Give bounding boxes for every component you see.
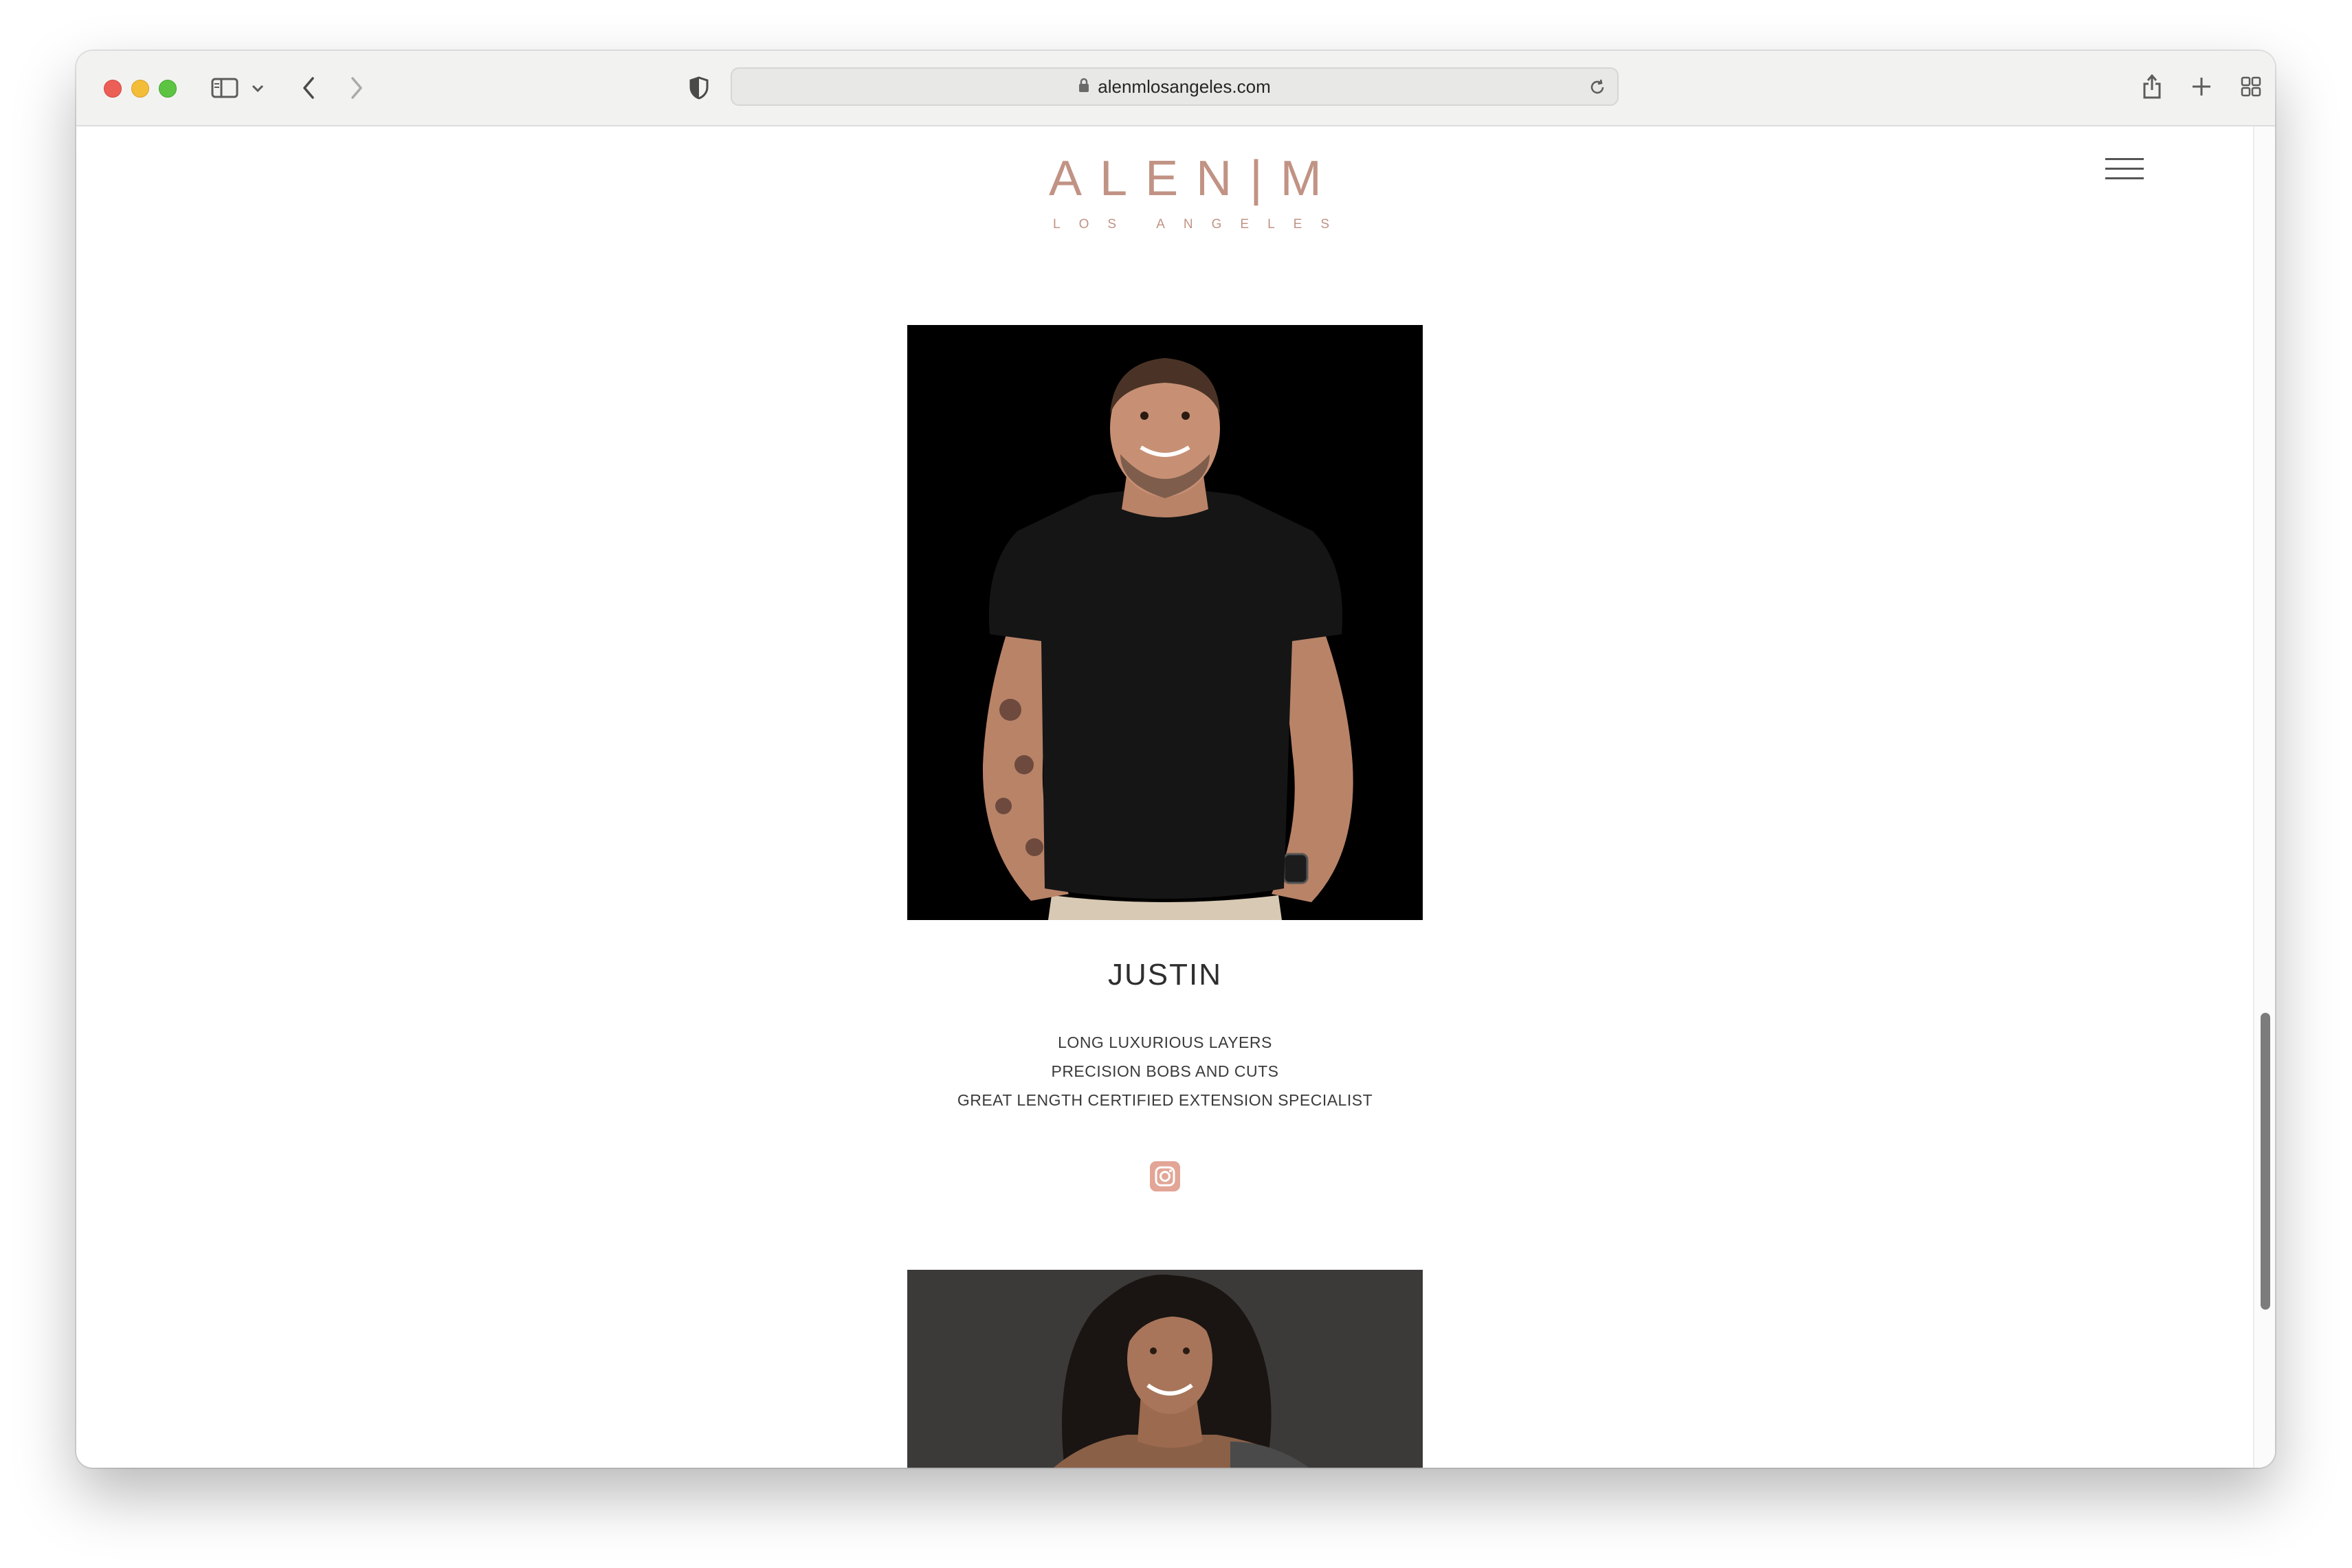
specialty-item: PRECISION BOBS AND CUTS bbox=[1051, 1062, 1279, 1080]
lock-icon bbox=[1078, 76, 1089, 98]
share-icon[interactable] bbox=[2138, 69, 2166, 103]
address-bar[interactable]: alenmlosangeles.com bbox=[731, 67, 1619, 106]
browser-window: alenmlosangeles.com ALEN|M LOS ANGELES J… bbox=[76, 51, 2275, 1468]
url-text: alenmlosangeles.com bbox=[1098, 76, 1271, 97]
browser-toolbar: alenmlosangeles.com bbox=[76, 51, 2275, 126]
minimize-window-button[interactable] bbox=[131, 80, 149, 98]
tab-overview-icon[interactable] bbox=[2237, 73, 2265, 100]
web-page: ALEN|M LOS ANGELES JUSTIN LONG LUXURIOUS… bbox=[76, 126, 2275, 1468]
plus-icon[interactable] bbox=[2188, 71, 2215, 102]
hamburger-icon[interactable] bbox=[2105, 157, 2144, 184]
specialty-item: GREAT LENGTH CERTIFIED EXTENSION SPECIAL… bbox=[957, 1091, 1373, 1109]
page-scrollbar[interactable] bbox=[2253, 126, 2275, 1468]
stylist-photo bbox=[907, 1270, 1423, 1468]
specialty-item: LONG LUXURIOUS LAYERS bbox=[1058, 1033, 1272, 1051]
site-logo[interactable]: ALEN|M LOS ANGELES bbox=[1035, 153, 1338, 235]
logo-wordmark: ALEN|M bbox=[1049, 151, 1340, 206]
zoom-window-button[interactable] bbox=[159, 80, 177, 98]
back-icon[interactable] bbox=[295, 71, 322, 104]
sidebar-icon[interactable] bbox=[210, 74, 240, 102]
chevron-down-icon[interactable] bbox=[249, 78, 266, 98]
forward-icon[interactable] bbox=[343, 71, 370, 104]
logo-tagline: LOS ANGELES bbox=[1053, 217, 1349, 232]
stylist-photo bbox=[907, 325, 1423, 920]
stylist-specialties: LONG LUXURIOUS LAYERS PRECISION BOBS AND… bbox=[907, 1028, 1423, 1115]
stylist-name: JUSTIN bbox=[1108, 958, 1222, 992]
instagram-icon[interactable] bbox=[1150, 1161, 1180, 1191]
scrollbar-thumb[interactable] bbox=[2261, 1013, 2270, 1310]
desktop: alenmlosangeles.com ALEN|M LOS ANGELES J… bbox=[0, 0, 2352, 1568]
reload-icon[interactable] bbox=[1587, 77, 1608, 98]
close-window-button[interactable] bbox=[104, 80, 122, 98]
shield-icon[interactable] bbox=[685, 73, 713, 103]
